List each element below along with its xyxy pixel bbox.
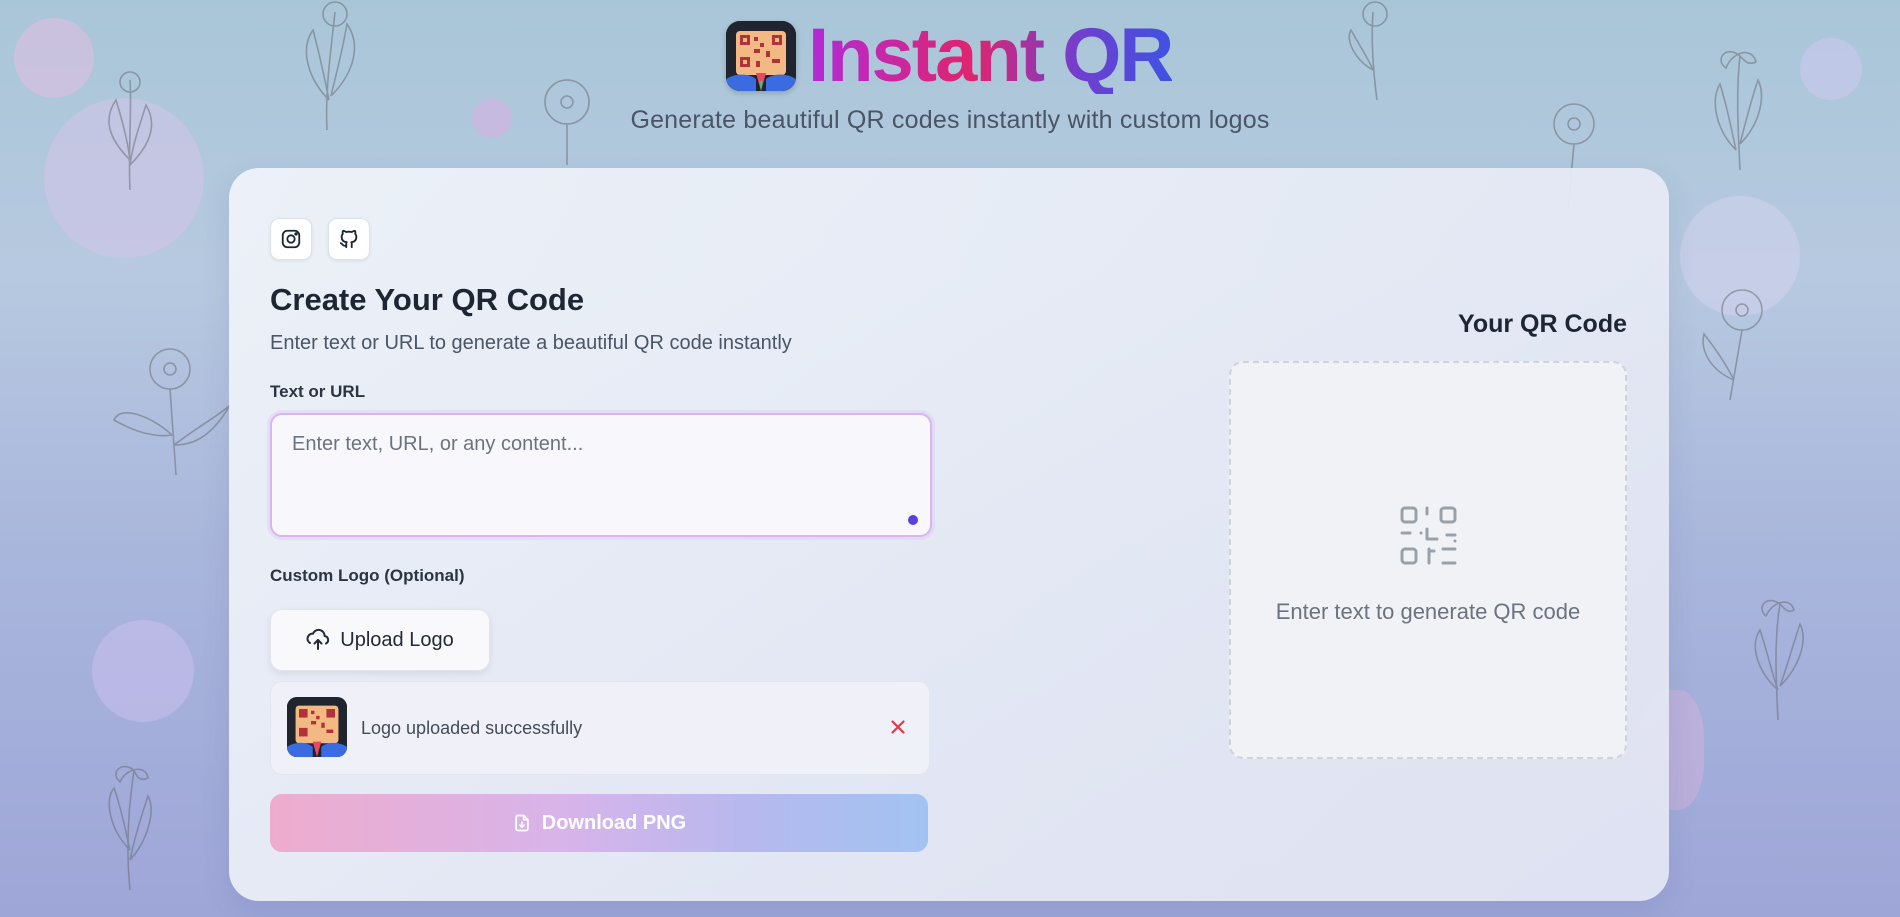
uploaded-message: Logo uploaded successfully <box>361 718 583 738</box>
custom-logo-label: Custom Logo (Optional) <box>270 566 465 585</box>
download-png-label: Download PNG <box>541 811 687 834</box>
file-download-icon <box>515 814 529 832</box>
text-url-input[interactable] <box>272 415 930 535</box>
close-icon <box>891 720 905 734</box>
upload-logo-label: Upload Logo <box>340 628 454 651</box>
upload-logo-button[interactable]: Upload Logo <box>270 609 490 671</box>
remove-logo-button[interactable] <box>887 716 909 738</box>
uploaded-logo-row: Logo uploaded successfully <box>270 681 930 775</box>
form-description: Enter text or URL to generate a beautifu… <box>270 332 792 354</box>
social-links <box>270 218 370 260</box>
cloud-upload-icon <box>306 628 330 650</box>
qr-placeholder-text: Enter text to generate QR code <box>1275 599 1581 624</box>
brand: Instant QR <box>726 13 1174 98</box>
flower-doodle <box>1702 289 1763 401</box>
instagram-icon <box>281 229 301 249</box>
form-heading: Create Your QR Code <box>270 282 585 317</box>
input-extension-dot[interactable] <box>908 515 918 525</box>
app-subtitle: Generate beautiful QR codes instantly wi… <box>630 106 1270 134</box>
flower-doodle <box>1754 599 1804 721</box>
download-png-button[interactable]: Download PNG <box>270 794 928 852</box>
qr-code-icon <box>1400 506 1457 565</box>
github-link[interactable] <box>328 218 370 260</box>
qr-preview-area: Enter text to generate QR code <box>1229 361 1627 759</box>
flower-doodle <box>108 765 152 891</box>
text-input-wrapper <box>270 413 932 537</box>
app-title: Instant QR <box>808 13 1174 98</box>
uploaded-logo-thumbnail <box>287 697 347 757</box>
flower-doodle <box>112 348 231 476</box>
github-icon <box>339 229 358 249</box>
app-header: Instant QR Generate beautiful QR codes i… <box>0 0 1900 168</box>
qr-preview-heading: Your QR Code <box>1458 310 1627 338</box>
instagram-link[interactable] <box>270 218 312 260</box>
text-url-label: Text or URL <box>270 382 366 401</box>
main-card: Create Your QR Code Enter text or URL to… <box>229 168 1669 901</box>
qr-avatar-icon <box>726 21 796 91</box>
